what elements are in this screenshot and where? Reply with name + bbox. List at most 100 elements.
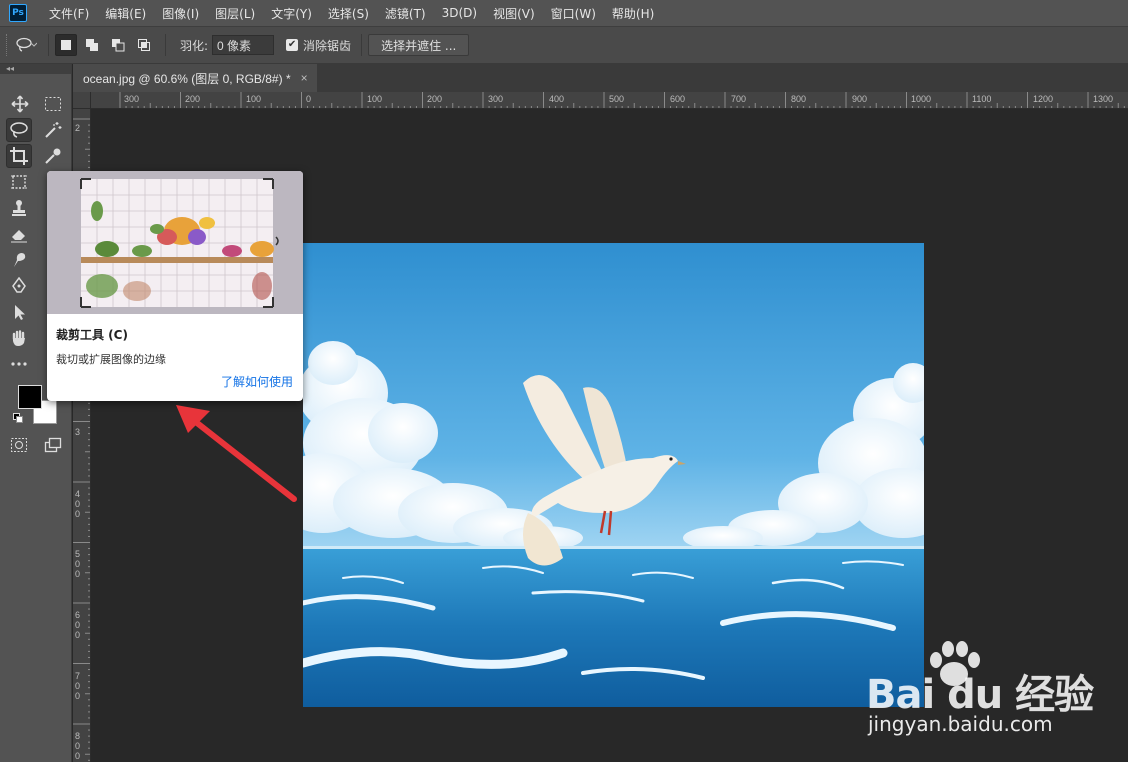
menu-window[interactable]: 窗口(W) xyxy=(543,5,604,22)
close-icon[interactable]: × xyxy=(301,71,308,85)
smudge-icon xyxy=(14,253,26,267)
menu-filter[interactable]: 滤镜(T) xyxy=(377,5,434,22)
screen-mode-icon xyxy=(44,437,62,453)
ruler-label: 3 xyxy=(75,427,81,437)
feather-input[interactable] xyxy=(212,35,275,55)
more-tools-button[interactable] xyxy=(6,352,32,376)
smudge-tool[interactable] xyxy=(6,248,32,272)
watermark-url: jingyan.baidu.com xyxy=(868,712,1053,736)
ruler-label: 1200 xyxy=(1033,94,1054,104)
intersect-selection-button[interactable] xyxy=(133,34,155,56)
default-colors-icon xyxy=(13,413,23,423)
path-selection-tool[interactable] xyxy=(6,300,32,324)
ruler-label: 500 xyxy=(609,94,625,104)
ocean-dove-image xyxy=(303,243,924,707)
move-icon xyxy=(11,95,29,113)
annotation-arrow xyxy=(176,405,297,502)
ellipsis-icon xyxy=(11,362,27,366)
quick-mask-button[interactable] xyxy=(6,433,32,457)
learn-how-link[interactable]: 了解如何使用 xyxy=(221,373,293,390)
separator xyxy=(165,34,166,56)
ruler-label: 2 xyxy=(75,123,81,133)
magic-wand-icon xyxy=(45,122,62,138)
ruler-label: 100 xyxy=(367,94,383,104)
ruler-label: 600 xyxy=(670,94,686,104)
menu-select[interactable]: 选择(S) xyxy=(320,5,377,22)
ruler-label: 8 0 0 xyxy=(75,731,81,761)
antialias-checkbox[interactable]: ✔ xyxy=(286,39,299,51)
add-selection-button[interactable] xyxy=(81,34,103,56)
menu-help[interactable]: 帮助(H) xyxy=(604,5,662,22)
pen-icon xyxy=(12,277,26,293)
ruler-label: 1000 xyxy=(911,94,932,104)
foreground-color-swatch[interactable] xyxy=(18,385,42,409)
horizontal-ruler[interactable]: 300 200 100 0 100 200 300 400 500 600 70… xyxy=(91,92,1128,109)
new-selection-button[interactable] xyxy=(55,34,77,56)
ruler-corner[interactable] xyxy=(73,92,91,109)
ruler-label: 400 xyxy=(549,94,565,104)
lasso-icon xyxy=(16,37,37,52)
crop-tool[interactable] xyxy=(6,144,32,168)
ruler-label: 4 0 0 xyxy=(75,489,81,519)
frame-icon xyxy=(11,175,27,189)
crop-icon xyxy=(10,147,28,165)
frame-tool[interactable] xyxy=(6,170,32,194)
magic-wand-tool[interactable] xyxy=(40,118,66,142)
eraser-icon xyxy=(11,230,27,243)
tool-preset-picker[interactable] xyxy=(10,34,42,56)
ruler-label: 900 xyxy=(852,94,868,104)
pen-tool[interactable] xyxy=(6,274,32,298)
menu-edit[interactable]: 编辑(E) xyxy=(97,5,154,22)
ruler-label: 300 xyxy=(488,94,504,104)
quick-mask-icon xyxy=(11,438,27,452)
subtract-selection-button[interactable] xyxy=(107,34,129,56)
tools-panel: ◂◂ xyxy=(0,64,72,762)
menu-layer[interactable]: 图层(L) xyxy=(207,5,263,22)
antialias-label: 消除锯齿 xyxy=(303,38,352,53)
arrow-cursor-icon xyxy=(15,305,25,320)
ruler-label: 1100 xyxy=(972,94,992,104)
ruler-label: 800 xyxy=(791,94,807,104)
menu-file[interactable]: 文件(F) xyxy=(41,5,97,22)
menu-3d[interactable]: 3D(D) xyxy=(434,6,485,20)
add-selection-icon xyxy=(86,39,98,51)
ruler-label: 7 0 0 xyxy=(75,671,81,701)
separator xyxy=(361,34,363,56)
ruler-label: 200 xyxy=(185,94,201,104)
feather-label: 羽化: xyxy=(180,38,209,53)
baidu-watermark: Bai du 经验 jingyan.baidu.com xyxy=(866,640,1094,740)
eyedropper-icon xyxy=(45,148,61,164)
select-and-mask-button[interactable]: 选择并遮住 ... xyxy=(368,34,470,56)
new-selection-icon xyxy=(61,40,71,50)
collapse-panel-icon[interactable]: ◂◂ xyxy=(0,64,71,74)
eyedropper-tool[interactable] xyxy=(40,144,66,168)
ruler-label: 5 0 0 xyxy=(75,549,81,579)
lasso-tool[interactable] xyxy=(6,118,32,142)
screen-mode-button[interactable] xyxy=(40,433,66,457)
ps-logo: Ps xyxy=(9,4,27,22)
ruler-label: 1300 xyxy=(1093,94,1114,104)
menu-bar: Ps 文件(F) 编辑(E) 图像(I) 图层(L) 文字(Y) 选择(S) 滤… xyxy=(0,0,1128,26)
ruler-label: 200 xyxy=(427,94,443,104)
lasso-icon xyxy=(10,122,28,138)
default-colors-button[interactable] xyxy=(12,412,24,424)
menu-image[interactable]: 图像(I) xyxy=(154,5,207,22)
menu-view[interactable]: 视图(V) xyxy=(485,5,543,22)
ruler-label: 100 xyxy=(246,94,262,104)
document-image[interactable] xyxy=(303,243,924,707)
tooltip-title: 裁剪工具 (C) xyxy=(56,328,128,342)
document-tab-title: ocean.jpg @ 60.6% (图层 0, RGB/8#) * xyxy=(83,71,291,86)
crop-tool-tooltip: 裁剪工具 (C) 裁切或扩展图像的边缘 了解如何使用 xyxy=(47,171,303,401)
stamp-icon xyxy=(12,200,26,216)
move-tool[interactable] xyxy=(7,92,33,116)
eraser-tool[interactable] xyxy=(6,222,32,246)
marquee-tool[interactable] xyxy=(40,92,66,116)
hand-tool[interactable] xyxy=(6,326,32,350)
ruler-label: 700 xyxy=(731,94,747,104)
crop-preview-illustration xyxy=(47,171,303,314)
clone-stamp-tool[interactable] xyxy=(6,196,32,220)
tooltip-preview-image xyxy=(47,171,303,314)
menu-type[interactable]: 文字(Y) xyxy=(263,5,320,22)
document-tabs: ocean.jpg @ 60.6% (图层 0, RGB/8#) * × xyxy=(73,64,1128,92)
document-tab[interactable]: ocean.jpg @ 60.6% (图层 0, RGB/8#) * × xyxy=(73,64,317,92)
